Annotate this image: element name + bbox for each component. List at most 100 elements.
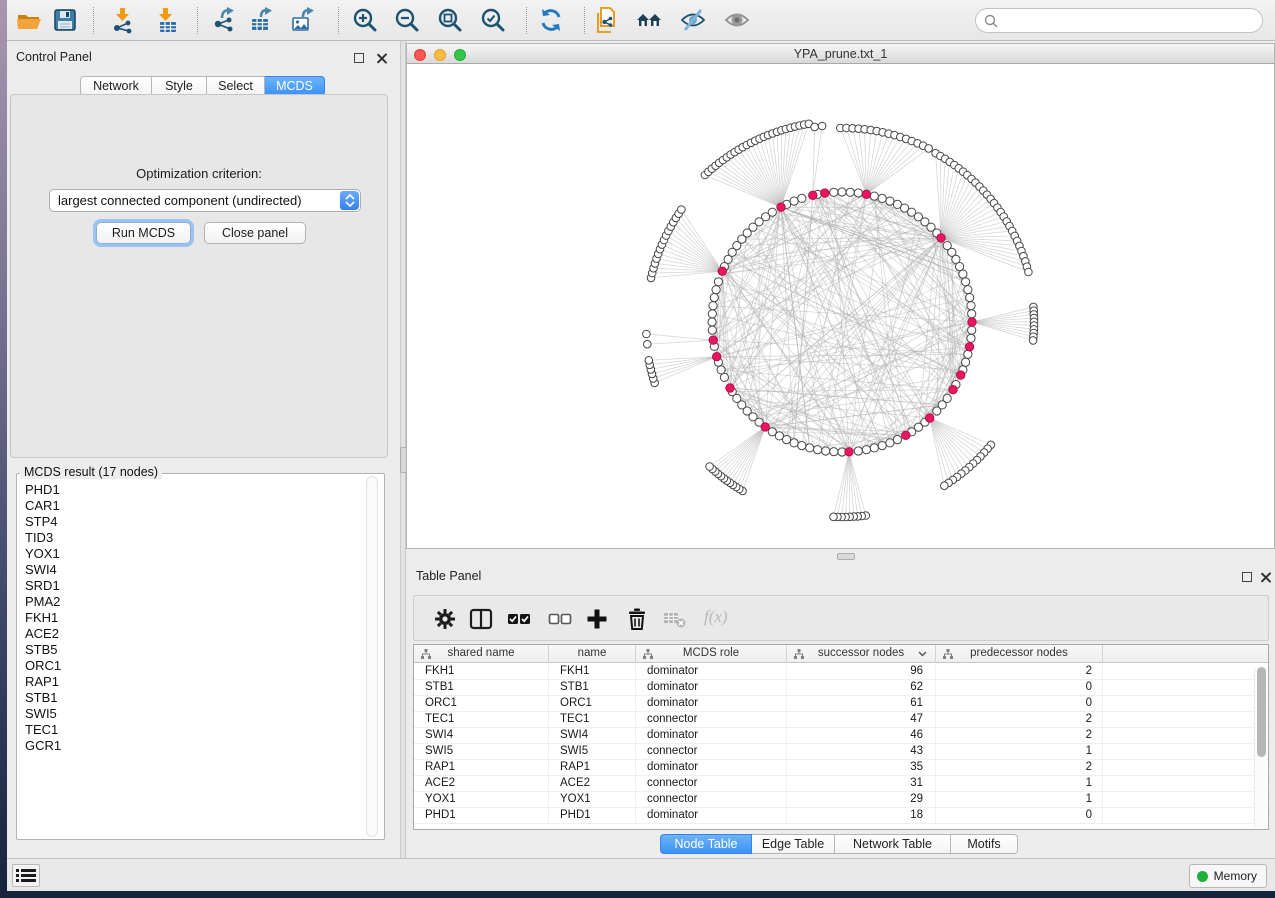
network-dominator-node[interactable] — [718, 267, 726, 275]
mcds-result-item[interactable]: PHD1 — [18, 482, 372, 498]
network-node[interactable] — [768, 208, 776, 216]
table-cell[interactable]: dominator — [636, 680, 787, 695]
run-mcds-button[interactable]: Run MCDS — [96, 222, 191, 244]
clone-network-icon[interactable] — [593, 6, 621, 34]
search-field[interactable] — [975, 8, 1263, 33]
tab-node-table[interactable]: Node Table — [660, 834, 752, 854]
network-dominator-node[interactable] — [809, 191, 817, 199]
export-image-icon[interactable] — [289, 6, 317, 34]
table-cell[interactable]: 2 — [936, 664, 1103, 679]
table-cell[interactable]: FKH1 — [414, 664, 549, 679]
column-header-shared-name[interactable]: shared name — [414, 645, 549, 663]
network-node[interactable] — [806, 444, 814, 452]
optimization-criterion-select[interactable]: largest connected component (undirected) — [49, 189, 361, 212]
horizontal-splitter[interactable] — [406, 549, 1275, 564]
network-node[interactable] — [962, 358, 970, 366]
table-cell[interactable] — [1103, 664, 1268, 679]
table-cell[interactable]: 35 — [787, 760, 936, 775]
table-cell[interactable]: 96 — [787, 664, 936, 679]
open-session-icon[interactable] — [15, 6, 43, 34]
network-dominator-node[interactable] — [709, 336, 717, 344]
table-cell[interactable] — [1103, 728, 1268, 743]
tab-network[interactable]: Network — [80, 76, 152, 96]
network-dominator-node[interactable] — [845, 448, 853, 456]
mcds-result-item[interactable]: SWI4 — [18, 562, 372, 578]
close-panel-button[interactable]: Close panel — [204, 222, 306, 244]
close-panel-icon[interactable] — [1260, 572, 1271, 583]
table-cell[interactable]: 62 — [787, 680, 936, 695]
table-cell[interactable]: 46 — [787, 728, 936, 743]
table-cell[interactable]: dominator — [636, 728, 787, 743]
table-cell[interactable] — [1103, 808, 1268, 823]
table-cell[interactable]: 18 — [787, 808, 936, 823]
table-cell[interactable]: 0 — [936, 680, 1103, 695]
table-cell[interactable] — [1103, 712, 1268, 727]
table-cell[interactable]: 2 — [936, 760, 1103, 775]
network-canvas[interactable] — [406, 64, 1275, 549]
table-cell[interactable]: 1 — [936, 776, 1103, 791]
network-dominator-node[interactable] — [937, 234, 945, 242]
network-node[interactable] — [709, 302, 717, 310]
network-node[interactable] — [962, 278, 970, 286]
table-cell[interactable]: dominator — [636, 664, 787, 679]
network-node[interactable] — [798, 194, 806, 202]
network-node[interactable] — [710, 294, 718, 302]
network-node[interactable] — [790, 439, 798, 447]
network-leaf-node[interactable] — [645, 357, 653, 365]
table-cell[interactable] — [1103, 776, 1268, 791]
import-table-icon[interactable] — [152, 6, 180, 34]
network-node[interactable] — [708, 310, 716, 318]
add-column-icon[interactable] — [585, 607, 609, 631]
zoom-out-icon[interactable] — [393, 6, 421, 34]
network-node[interactable] — [720, 373, 728, 381]
network-node[interactable] — [854, 189, 862, 197]
table-cell[interactable] — [1103, 792, 1268, 807]
network-node[interactable] — [956, 263, 964, 271]
table-row[interactable]: SWI5SWI5connector431 — [414, 744, 1268, 760]
table-cell[interactable]: ACE2 — [549, 776, 636, 791]
zoom-fit-icon[interactable] — [436, 6, 464, 34]
network-node[interactable] — [870, 192, 878, 200]
refresh-icon[interactable] — [537, 6, 565, 34]
table-cell[interactable]: ACE2 — [414, 776, 549, 791]
network-node[interactable] — [846, 188, 854, 196]
mcds-result-item[interactable]: RAP1 — [18, 674, 372, 690]
table-cell[interactable]: dominator — [636, 760, 787, 775]
table-cell[interactable]: ORC1 — [414, 696, 549, 711]
network-node[interactable] — [712, 286, 720, 294]
network-node[interactable] — [959, 270, 967, 278]
table-scrollbar[interactable] — [1254, 667, 1266, 827]
show-columns-icon[interactable] — [469, 607, 493, 631]
table-row[interactable]: ACE2ACE2connector311 — [414, 776, 1268, 792]
table-row[interactable]: TEC1TEC1connector472 — [414, 712, 1268, 728]
table-cell[interactable]: SWI5 — [414, 744, 549, 759]
network-dominator-node[interactable] — [949, 386, 957, 394]
network-leaf-node[interactable] — [811, 123, 819, 131]
table-cell[interactable]: RAP1 — [414, 760, 549, 775]
tab-mcds[interactable]: MCDS — [265, 76, 325, 96]
table-row[interactable]: SWI4SWI4dominator462 — [414, 728, 1268, 744]
network-dominator-node[interactable] — [862, 190, 870, 198]
network-node[interactable] — [964, 286, 972, 294]
network-node[interactable] — [790, 197, 798, 205]
table-row[interactable]: ORC1ORC1dominator610 — [414, 696, 1268, 712]
table-cell[interactable]: 1 — [936, 792, 1103, 807]
zoom-selected-icon[interactable] — [479, 6, 507, 34]
network-node[interactable] — [968, 326, 976, 334]
mcds-result-item[interactable]: STP4 — [18, 514, 372, 530]
mcds-list-scrollbar[interactable] — [366, 476, 378, 837]
tab-edge-table[interactable]: Edge Table — [752, 834, 835, 854]
table-row[interactable]: STB1STB1dominator620 — [414, 680, 1268, 696]
table-cell[interactable]: TEC1 — [414, 712, 549, 727]
hide-selected-icon[interactable] — [679, 6, 707, 34]
mcds-result-item[interactable]: SWI5 — [18, 706, 372, 722]
table-cell[interactable]: FKH1 — [549, 664, 636, 679]
table-row[interactable]: YOX1YOX1connector291 — [414, 792, 1268, 808]
tab-motifs[interactable]: Motifs — [951, 834, 1018, 854]
column-header-predecessor-nodes[interactable]: predecessor nodes — [936, 645, 1103, 663]
table-cell[interactable]: YOX1 — [414, 792, 549, 807]
table-cell[interactable]: SWI4 — [414, 728, 549, 743]
network-node[interactable] — [964, 350, 972, 358]
network-dominator-node[interactable] — [968, 318, 976, 326]
table-cell[interactable]: SWI5 — [549, 744, 636, 759]
